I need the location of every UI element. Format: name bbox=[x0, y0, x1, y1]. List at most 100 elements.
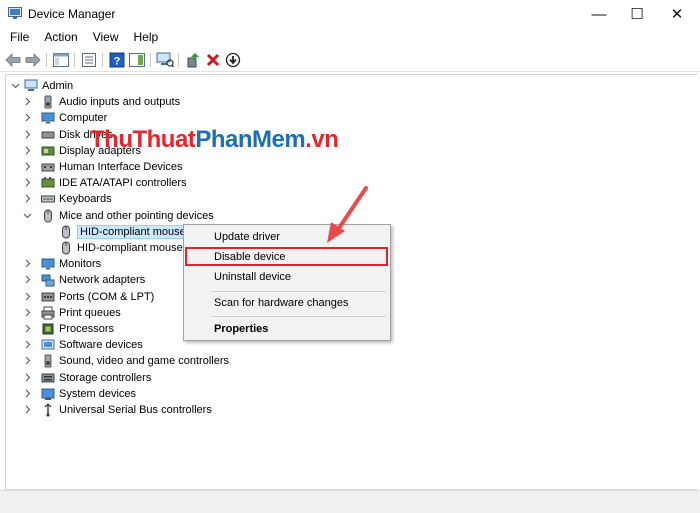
chevron-right-icon[interactable] bbox=[23, 178, 32, 187]
menu-action[interactable]: Action bbox=[44, 28, 77, 48]
menu-file[interactable]: File bbox=[10, 28, 29, 48]
chevron-right-icon[interactable] bbox=[23, 162, 32, 171]
tree-item-label: Human Interface Devices bbox=[59, 161, 183, 173]
tree-item-label: Print queues bbox=[59, 306, 121, 319]
tree-category[interactable]: Universal Serial Bus controllers bbox=[25, 402, 212, 418]
mouse-icon bbox=[41, 209, 55, 223]
chevron-right-icon[interactable] bbox=[23, 259, 32, 268]
uninstall-device-icon[interactable] bbox=[204, 51, 222, 69]
chevron-right-icon[interactable] bbox=[23, 194, 32, 203]
chevron-right-icon[interactable] bbox=[23, 373, 32, 382]
tree-item-label: Storage controllers bbox=[59, 371, 152, 384]
monitor-icon bbox=[41, 257, 55, 271]
tree-item-label: IDE ATA/ATAPI controllers bbox=[59, 177, 187, 190]
tree-category[interactable]: Processors bbox=[25, 321, 115, 337]
tree-item-label: Admin bbox=[42, 80, 74, 92]
display-adapter-icon bbox=[41, 144, 55, 158]
hid-icon bbox=[41, 160, 55, 174]
processor-icon bbox=[41, 322, 55, 336]
menu-scan-hardware[interactable]: Scan for hardware changes bbox=[184, 293, 390, 313]
menu-uninstall-device[interactable]: Uninstall device bbox=[184, 267, 390, 287]
show-hide-console-tree-icon[interactable] bbox=[52, 51, 70, 69]
network-icon bbox=[41, 273, 55, 287]
tree-right-edge bbox=[683, 75, 698, 489]
window-title: Device Manager bbox=[28, 7, 116, 21]
toolbar: ? bbox=[0, 48, 700, 72]
tree-category[interactable]: Print queues bbox=[25, 305, 121, 321]
chevron-right-icon[interactable] bbox=[23, 308, 32, 317]
monitor-icon bbox=[41, 111, 55, 125]
close-button[interactable]: ✕ bbox=[654, 0, 700, 28]
speaker-icon bbox=[41, 354, 55, 368]
disk-drive-icon bbox=[41, 128, 55, 142]
chevron-right-icon[interactable] bbox=[23, 356, 32, 365]
tree-category[interactable]: Ports (COM & LPT) bbox=[25, 289, 154, 305]
keyboard-icon bbox=[41, 192, 55, 206]
tree-category[interactable]: Audio inputs and outputs bbox=[25, 94, 181, 110]
tree-item-label: Mice and other pointing devices bbox=[59, 209, 214, 222]
menu-properties[interactable]: Properties bbox=[184, 319, 390, 339]
tree-root[interactable]: Admin bbox=[11, 78, 74, 94]
tree-category[interactable]: Sound, video and game controllers bbox=[25, 353, 229, 369]
tree-item-label: Sound, video and game controllers bbox=[59, 355, 229, 368]
tree-category[interactable]: System devices bbox=[25, 386, 137, 402]
chevron-right-icon[interactable] bbox=[23, 130, 32, 139]
mouse-icon bbox=[59, 225, 73, 239]
chevron-right-icon[interactable] bbox=[23, 97, 32, 106]
back-arrow-icon[interactable] bbox=[4, 51, 22, 69]
scan-hardware-icon[interactable] bbox=[156, 51, 174, 69]
tree-device[interactable]: HID-compliant mouse bbox=[59, 240, 183, 256]
properties-pane-icon[interactable] bbox=[128, 51, 146, 69]
toolbar-separator bbox=[178, 53, 179, 67]
tree-category[interactable]: Software devices bbox=[25, 337, 143, 353]
tree-item-label: Processors bbox=[59, 323, 115, 335]
tree-item-label: Network adapters bbox=[59, 274, 146, 287]
update-driver-icon[interactable] bbox=[184, 51, 202, 69]
computer-icon bbox=[24, 79, 38, 93]
menu-update-driver[interactable]: Update driver bbox=[184, 227, 390, 247]
chevron-right-icon[interactable] bbox=[23, 146, 32, 155]
chevron-right-icon[interactable] bbox=[23, 275, 32, 284]
tree-device[interactable]: HID-compliant mouse bbox=[59, 224, 189, 240]
status-bar bbox=[0, 490, 700, 513]
chevron-down-icon[interactable] bbox=[23, 211, 32, 220]
tree-item-label: Software devices bbox=[59, 339, 143, 352]
tree-category[interactable]: Storage controllers bbox=[25, 370, 152, 386]
toolbar-separator bbox=[102, 53, 103, 67]
tree-category[interactable]: IDE ATA/ATAPI controllers bbox=[25, 175, 187, 191]
port-icon bbox=[41, 290, 55, 304]
tree-category[interactable]: Mice and other pointing devices bbox=[23, 208, 214, 224]
disable-device-icon[interactable] bbox=[224, 51, 242, 69]
tree-item-label: Monitors bbox=[59, 258, 102, 271]
tree-category[interactable]: Network adapters bbox=[25, 272, 146, 288]
menu-separator bbox=[212, 316, 386, 317]
title-bar: Device Manager — ☐ ✕ bbox=[0, 0, 700, 28]
view-list-icon[interactable] bbox=[80, 51, 98, 69]
highlight-box bbox=[185, 247, 388, 266]
tree-category[interactable]: Human Interface Devices bbox=[25, 159, 183, 175]
tree-item-label: Audio inputs and outputs bbox=[59, 96, 181, 109]
tree-category[interactable]: Keyboards bbox=[25, 191, 112, 207]
system-icon bbox=[41, 387, 55, 401]
ide-controller-icon bbox=[41, 176, 55, 190]
help-icon[interactable]: ? bbox=[108, 51, 126, 69]
tree-item-label: Computer bbox=[59, 112, 108, 125]
tree-category[interactable]: Computer bbox=[25, 110, 108, 126]
tree-category[interactable]: Monitors bbox=[25, 256, 102, 272]
chevron-right-icon[interactable] bbox=[23, 340, 32, 349]
chevron-right-icon[interactable] bbox=[23, 389, 32, 398]
menu-help[interactable]: Help bbox=[134, 28, 159, 48]
chevron-right-icon[interactable] bbox=[23, 405, 32, 414]
context-menu: Update driver Disable device Uninstall d… bbox=[183, 224, 391, 341]
chevron-right-icon[interactable] bbox=[23, 292, 32, 301]
watermark-logo: ThuThuatPhanMem.vn bbox=[90, 126, 339, 153]
forward-arrow-icon[interactable] bbox=[24, 51, 42, 69]
chevron-right-icon[interactable] bbox=[23, 324, 32, 333]
software-device-icon bbox=[41, 338, 55, 352]
menu-view[interactable]: View bbox=[93, 28, 119, 48]
chevron-right-icon[interactable] bbox=[23, 113, 32, 122]
chevron-down-icon[interactable] bbox=[11, 81, 20, 90]
svg-text:?: ? bbox=[114, 56, 121, 68]
tree-item-label: System devices bbox=[59, 387, 137, 400]
toolbar-separator bbox=[150, 53, 151, 67]
